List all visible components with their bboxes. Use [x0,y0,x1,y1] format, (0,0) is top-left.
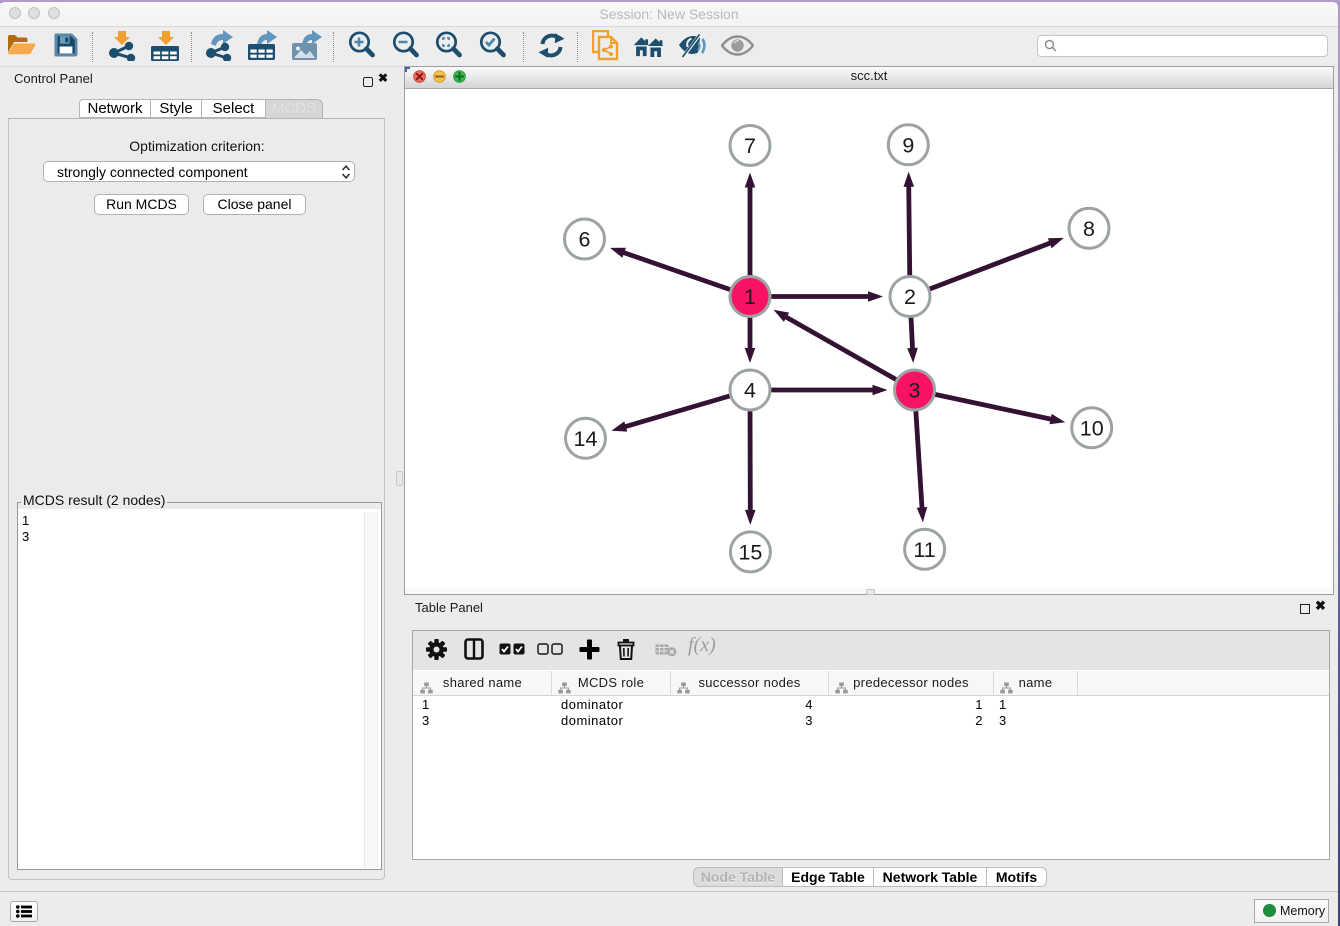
svg-text:14: 14 [574,427,598,451]
svg-text:15: 15 [738,540,762,564]
svg-text:7: 7 [744,134,756,158]
svg-text:2: 2 [904,285,916,309]
svg-text:3: 3 [909,379,921,403]
svg-text:1: 1 [744,285,756,309]
svg-text:9: 9 [902,133,914,157]
svg-text:4: 4 [744,379,756,403]
svg-text:8: 8 [1083,217,1095,241]
svg-text:6: 6 [579,228,591,252]
svg-text:11: 11 [913,538,935,562]
svg-text:10: 10 [1080,416,1104,440]
